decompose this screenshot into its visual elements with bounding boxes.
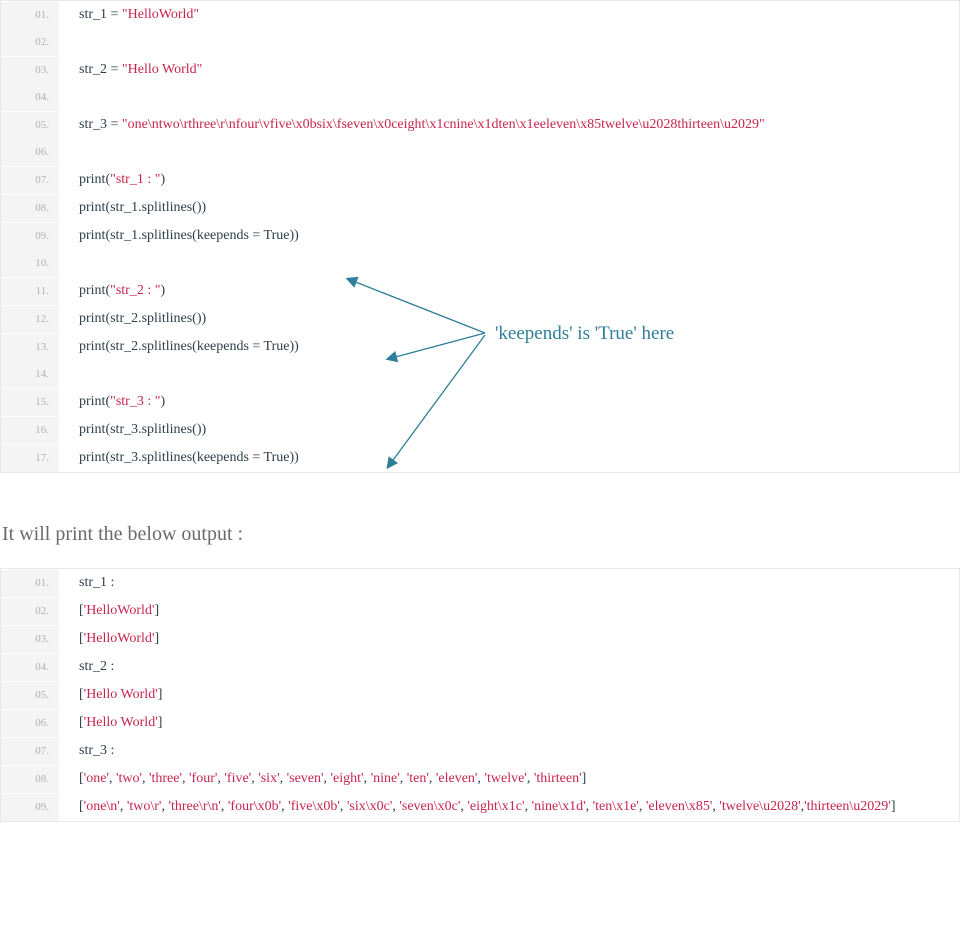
code-content: print("str_2 : ") — [59, 277, 959, 304]
line-number: 12. — [1, 306, 59, 333]
output-line: 03.['HelloWorld'] — [1, 625, 959, 653]
code-line: 04. — [1, 84, 959, 111]
output-content: str_3 : — [59, 737, 959, 764]
code-line: 08.print(str_1.splitlines()) — [1, 194, 959, 222]
line-number: 03. — [1, 626, 59, 653]
line-number: 06. — [1, 710, 59, 737]
output-line: 08.['one', 'two', 'three', 'four', 'five… — [1, 765, 959, 793]
line-number: 17. — [1, 445, 59, 472]
code-content: str_3 = "one\ntwo\rthree\r\nfour\vfive\x… — [59, 111, 959, 138]
line-number: 04. — [1, 84, 59, 111]
annotation-text: 'keepends' is 'True' here — [495, 323, 674, 345]
line-number: 09. — [1, 223, 59, 250]
output-line: 04.str_2 : — [1, 653, 959, 681]
code-line: 17.print(str_3.splitlines(keepends = Tru… — [1, 444, 959, 472]
code-line: 09.print(str_1.splitlines(keepends = Tru… — [1, 222, 959, 250]
code-content: print("str_3 : ") — [59, 388, 959, 415]
code-line: 02. — [1, 29, 959, 56]
line-number: 03. — [1, 57, 59, 84]
code-line: 10. — [1, 250, 959, 277]
code-line: 15.print("str_3 : ") — [1, 388, 959, 416]
output-content: ['Hello World'] — [59, 681, 959, 708]
line-number: 02. — [1, 598, 59, 625]
code-content: print(str_1.splitlines(keepends = True)) — [59, 222, 959, 249]
code-line: 14. — [1, 361, 959, 388]
code-block-source: 01.str_1 = "HelloWorld"02.03.str_2 = "He… — [0, 0, 960, 473]
code-content: print(str_1.splitlines()) — [59, 194, 959, 221]
code-line: 01.str_1 = "HelloWorld" — [1, 1, 959, 29]
code-content: print("str_1 : ") — [59, 166, 959, 193]
code-content: print(str_3.splitlines(keepends = True)) — [59, 444, 959, 471]
output-line: 05.['Hello World'] — [1, 681, 959, 709]
output-line: 02.['HelloWorld'] — [1, 597, 959, 625]
output-line: 09.['one\n', 'two\r', 'three\r\n', 'four… — [1, 793, 959, 821]
line-number: 05. — [1, 682, 59, 709]
code-line: 12.print(str_2.splitlines()) — [1, 305, 959, 333]
code-content: print(str_3.splitlines()) — [59, 416, 959, 443]
code-line: 07.print("str_1 : ") — [1, 166, 959, 194]
code-line: 11.print("str_2 : ") — [1, 277, 959, 305]
line-number: 02. — [1, 29, 59, 56]
output-line: 06.['Hello World'] — [1, 709, 959, 737]
output-content: ['one\n', 'two\r', 'three\r\n', 'four\x0… — [59, 793, 959, 820]
output-line: 01.str_1 : — [1, 569, 959, 597]
line-number: 10. — [1, 250, 59, 277]
output-content: str_2 : — [59, 653, 959, 680]
code-line: 06. — [1, 139, 959, 166]
code-line: 03.str_2 = "Hello World" — [1, 56, 959, 84]
output-content: ['HelloWorld'] — [59, 625, 959, 652]
line-number: 14. — [1, 361, 59, 388]
code-line: 05.str_3 = "one\ntwo\rthree\r\nfour\vfiv… — [1, 111, 959, 139]
code-line: 16.print(str_3.splitlines()) — [1, 416, 959, 444]
code-line: 13.print(str_2.splitlines(keepends = Tru… — [1, 333, 959, 361]
line-number: 07. — [1, 738, 59, 765]
line-number: 05. — [1, 112, 59, 139]
line-number: 06. — [1, 139, 59, 166]
output-content: str_1 : — [59, 569, 959, 596]
line-number: 01. — [1, 2, 59, 29]
output-content: ['HelloWorld'] — [59, 597, 959, 624]
line-number: 15. — [1, 389, 59, 416]
line-number: 01. — [1, 570, 59, 597]
output-line: 07.str_3 : — [1, 737, 959, 765]
code-content: str_1 = "HelloWorld" — [59, 1, 959, 28]
line-number: 07. — [1, 167, 59, 194]
code-content: str_2 = "Hello World" — [59, 56, 959, 83]
line-number: 08. — [1, 195, 59, 222]
code-block-output: 01.str_1 :02.['HelloWorld']03.['HelloWor… — [0, 568, 960, 822]
line-number: 16. — [1, 417, 59, 444]
narrative-text: It will print the below output : — [2, 523, 960, 546]
output-content: ['Hello World'] — [59, 709, 959, 736]
line-number: 08. — [1, 766, 59, 793]
line-number: 13. — [1, 334, 59, 361]
line-number: 09. — [1, 794, 59, 821]
line-number: 04. — [1, 654, 59, 681]
line-number: 11. — [1, 278, 59, 305]
output-content: ['one', 'two', 'three', 'four', 'five', … — [59, 765, 959, 792]
